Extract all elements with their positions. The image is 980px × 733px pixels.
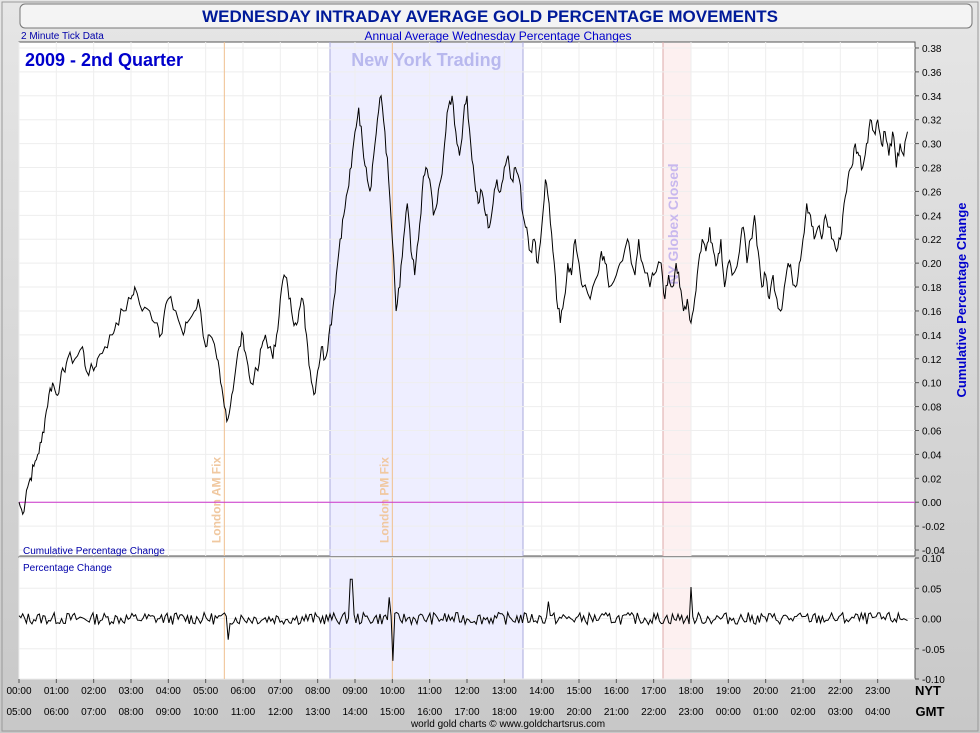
y-tick-label-main-13: 0.12	[922, 355, 942, 366]
footer-credit: world gold charts © www.goldchartsrus.co…	[410, 719, 605, 730]
y-tick-label-main-6: 0.26	[922, 187, 942, 198]
x-tick-label-gmt-18: 23:00	[678, 707, 703, 718]
x-tick-label-nyt-20: 20:00	[753, 686, 778, 697]
y-tick-label-main-1: 0.36	[922, 68, 942, 79]
x-tick-label-nyt-11: 11:00	[418, 686, 443, 697]
x-tick-label-nyt-18: 18:00	[678, 686, 703, 697]
x-tick-label-nyt-0: 00:00	[6, 686, 31, 697]
x-tick-label-gmt-9: 14:00	[342, 707, 367, 718]
x-tick-label-nyt-2: 02:00	[81, 686, 106, 697]
y-tick-label-main-16: 0.06	[922, 426, 942, 437]
x-tick-label-gmt-8: 13:00	[305, 707, 330, 718]
y-tick-label-main-8: 0.22	[922, 235, 942, 246]
x-tick-label-nyt-17: 17:00	[641, 686, 666, 697]
x-tick-label-gmt-3: 08:00	[118, 707, 143, 718]
fix-marker-label-0: London AM Fix	[209, 457, 223, 544]
x-tick-label-nyt-22: 22:00	[828, 686, 853, 697]
x-tick-label-nyt-9: 09:00	[342, 686, 367, 697]
x-tick-label-nyt-8: 08:00	[305, 686, 330, 697]
y-tick-label-main-5: 0.28	[922, 164, 942, 175]
x-tick-label-gmt-16: 21:00	[604, 707, 629, 718]
x-tick-label-gmt-6: 11:00	[231, 707, 256, 718]
y-tick-label-main-11: 0.16	[922, 307, 942, 318]
x-tick-label-gmt-5: 10:00	[193, 707, 218, 718]
x-tick-label-gmt-14: 19:00	[529, 707, 554, 718]
y-tick-label-main-4: 0.30	[922, 140, 942, 151]
tick-data-note: 2 Minute Tick Data	[21, 31, 104, 42]
x-tick-label-gmt-4: 09:00	[156, 707, 181, 718]
y-tick-label-main-7: 0.24	[922, 211, 942, 222]
y-tick-label-lower-3: -0.05	[922, 645, 945, 656]
x-tick-label-nyt-10: 10:00	[380, 686, 405, 697]
x-tick-label-gmt-22: 03:00	[828, 707, 853, 718]
x-tick-label-gmt-2: 07:00	[81, 707, 106, 718]
y-tick-label-main-12: 0.14	[922, 331, 942, 342]
x-tick-label-gmt-7: 12:00	[268, 707, 293, 718]
cumulative-panel-label: Cumulative Percentage Change	[23, 546, 165, 557]
x-tick-label-gmt-0: 05:00	[6, 707, 31, 718]
x-tick-label-gmt-1: 06:00	[44, 707, 69, 718]
x-tick-label-nyt-16: 16:00	[604, 686, 629, 697]
x-tick-label-nyt-6: 06:00	[230, 686, 255, 697]
chart-frame: WEDNESDAY INTRADAY AVERAGE GOLD PERCENTA…	[0, 0, 980, 733]
chart-title: WEDNESDAY INTRADAY AVERAGE GOLD PERCENTA…	[202, 7, 778, 26]
x-tick-label-nyt-12: 12:00	[454, 686, 479, 697]
y-tick-label-lower-0: 0.10	[922, 554, 942, 565]
gold-chart: WEDNESDAY INTRADAY AVERAGE GOLD PERCENTA…	[0, 0, 980, 733]
x-tick-label-gmt-21: 02:00	[790, 707, 815, 718]
y-tick-label-main-10: 0.18	[922, 283, 942, 294]
x-tick-label-nyt-1: 01:00	[44, 686, 69, 697]
y-tick-label-main-0: 0.38	[922, 44, 942, 55]
y-tick-label-main-18: 0.02	[922, 474, 942, 485]
x-tick-label-nyt-14: 14:00	[529, 686, 554, 697]
period-label: 2009 - 2nd Quarter	[25, 50, 183, 70]
x-tick-label-gmt-15: 20:00	[566, 707, 591, 718]
y-tick-label-lower-1: 0.05	[922, 584, 942, 595]
x-tick-label-nyt-15: 15:00	[566, 686, 591, 697]
y-tick-label-main-3: 0.32	[922, 116, 942, 127]
y-tick-label-lower-2: 0.00	[922, 615, 942, 626]
x-tick-label-nyt-7: 07:00	[268, 686, 293, 697]
x-tick-label-gmt-17: 22:00	[641, 707, 666, 718]
y-tick-label-main-14: 0.10	[922, 379, 942, 390]
x-tick-label-nyt-5: 05:00	[193, 686, 218, 697]
x-tick-label-gmt-23: 04:00	[865, 707, 890, 718]
y-axis-label: Cumulative Percentage Change	[954, 202, 969, 397]
fix-marker-label-1: London PM Fix	[377, 457, 391, 543]
gmt-axis-label: GMT	[916, 704, 945, 719]
x-tick-label-nyt-23: 23:00	[865, 686, 890, 697]
y-tick-label-main-9: 0.20	[922, 259, 942, 270]
x-tick-label-nyt-19: 19:00	[716, 686, 741, 697]
chart-subtitle: Annual Average Wednesday Percentage Chan…	[364, 29, 631, 43]
region-label-globex-closed: NY Globex Closed	[665, 163, 681, 284]
x-tick-label-gmt-19: 00:00	[716, 707, 741, 718]
x-tick-label-nyt-4: 04:00	[156, 686, 181, 697]
x-tick-label-gmt-20: 01:00	[753, 707, 778, 718]
x-tick-label-gmt-10: 15:00	[380, 707, 405, 718]
x-tick-label-gmt-11: 16:00	[417, 707, 442, 718]
x-tick-label-gmt-12: 17:00	[454, 707, 479, 718]
y-tick-label-main-20: -0.02	[922, 522, 945, 533]
region-label-new-york-trading: New York Trading	[351, 50, 501, 70]
x-tick-label-gmt-13: 18:00	[492, 707, 517, 718]
percentage-panel-label: Percentage Change	[23, 563, 112, 574]
y-tick-label-main-15: 0.08	[922, 403, 942, 414]
x-tick-label-nyt-13: 13:00	[492, 686, 517, 697]
x-tick-label-nyt-3: 03:00	[118, 686, 143, 697]
y-tick-label-main-17: 0.04	[922, 450, 942, 461]
x-tick-label-nyt-21: 21:00	[790, 686, 815, 697]
y-tick-label-main-2: 0.34	[922, 92, 942, 103]
y-tick-label-main-19: 0.00	[922, 498, 942, 509]
nyt-axis-label: NYT	[915, 683, 941, 698]
